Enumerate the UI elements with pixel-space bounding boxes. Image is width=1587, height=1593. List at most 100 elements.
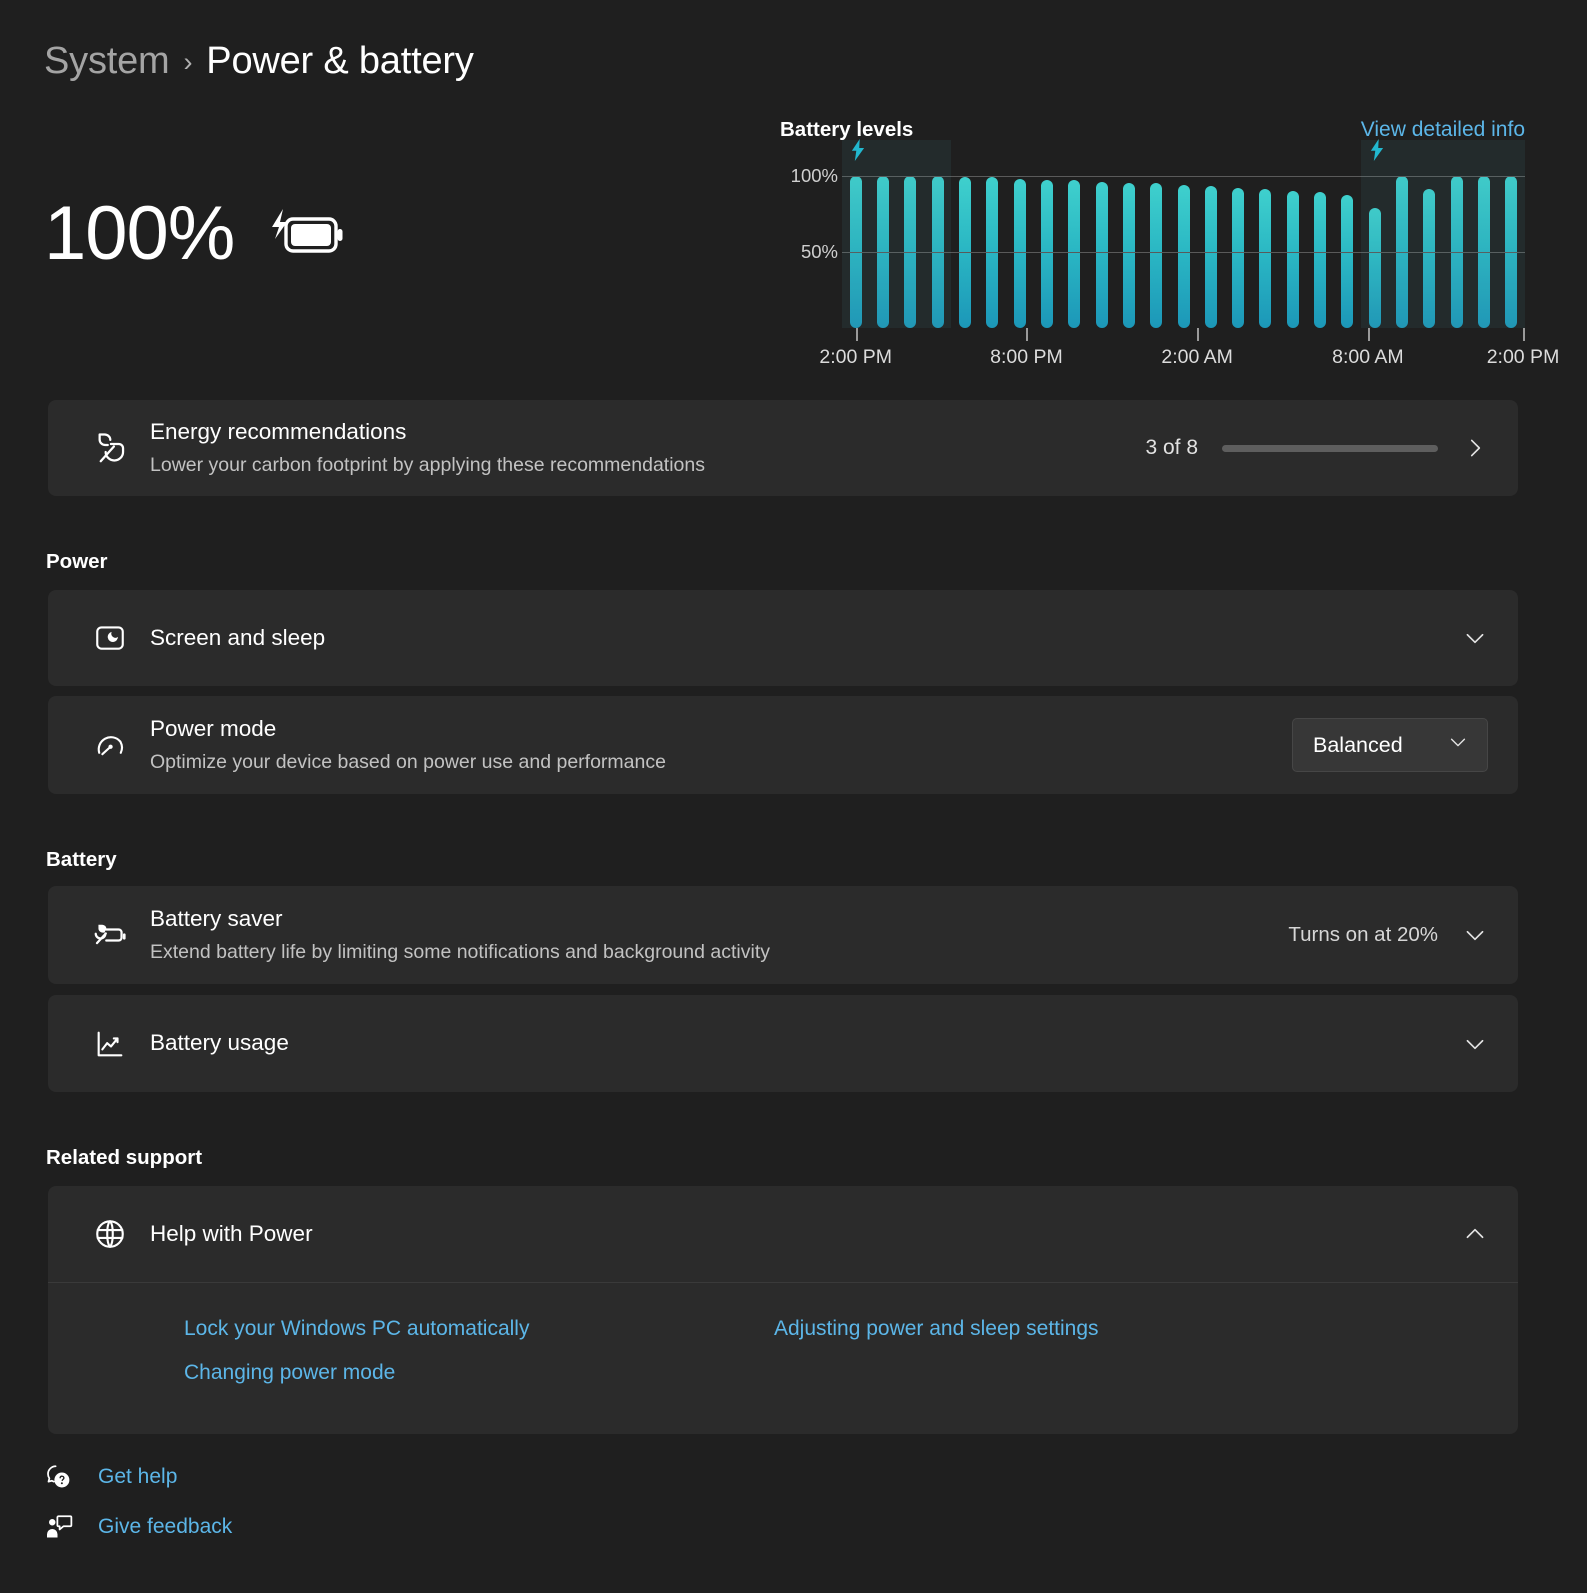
battery-usage-icon: [84, 1027, 136, 1061]
lightning-bolt-icon: [1369, 139, 1385, 161]
chart-plot: [842, 139, 1525, 328]
chevron-up-icon[interactable]: [1462, 1221, 1488, 1247]
chart-bar: [1068, 180, 1081, 328]
section-heading-related-support: Related support: [46, 1146, 203, 1169]
energy-card-title: Energy recommendations: [150, 419, 407, 445]
power-and-battery-page: System › Power & battery 100% Battery le…: [0, 0, 1587, 1593]
chart-x-tick-label: 8:00 AM: [1332, 346, 1404, 368]
battery-levels-chart: Battery levels View detailed info 100% 50…: [780, 118, 1559, 383]
lightning-bolt-icon: [850, 139, 866, 161]
screen-and-sleep-row[interactable]: Screen and sleep: [48, 590, 1518, 686]
battery-saver-title: Battery saver: [150, 906, 283, 932]
chart-bar: [1150, 183, 1163, 328]
chart-x-tick-label: 2:00 PM: [819, 346, 892, 368]
chart-bar: [1040, 180, 1053, 328]
section-heading-battery: Battery: [46, 848, 117, 871]
battery-percent-label: 100%: [44, 191, 235, 276]
chart-charging-band: [842, 140, 952, 328]
get-help-link[interactable]: Get help: [98, 1465, 177, 1489]
battery-charging-icon: [264, 205, 350, 263]
energy-card-text: Energy recommendations Lower your carbon…: [150, 417, 1145, 479]
chart-y-tick-label: 50%: [800, 240, 838, 262]
chart-bar: [1095, 181, 1108, 328]
battery-usage-title: Battery usage: [150, 1030, 289, 1056]
chart-bar: [1341, 195, 1354, 328]
chart-bar: [1013, 178, 1026, 328]
get-help-item[interactable]: Get help: [44, 1462, 177, 1492]
chart-bar: [1204, 186, 1217, 328]
screen-sleep-text: Screen and sleep: [150, 623, 1462, 653]
energy-card-subtitle: Lower your carbon footprint by applying …: [150, 453, 705, 476]
chart-bar: [1232, 187, 1245, 328]
support-link-lock-pc[interactable]: Lock your Windows PC automatically: [184, 1317, 529, 1341]
energy-progress-bar: [1222, 444, 1438, 452]
chart-x-tick: [1026, 328, 1029, 341]
help-with-power-row[interactable]: Help with Power: [48, 1186, 1518, 1282]
screen-sleep-title: Screen and sleep: [150, 624, 326, 650]
power-mode-text: Power mode Optimize your device based on…: [150, 714, 1292, 776]
chart-x-tick-label: 2:00 PM: [1486, 346, 1560, 368]
breadcrumb: System › Power & battery: [44, 40, 474, 83]
chart-title: Battery levels: [780, 118, 914, 141]
breadcrumb-separator-icon: ›: [183, 47, 193, 77]
support-link-adjusting-power-sleep[interactable]: Adjusting power and sleep settings: [774, 1317, 1099, 1341]
chart-x-tick-label: 8:00 PM: [990, 346, 1063, 368]
chart-x-tick-label: 2:00 AM: [1161, 346, 1233, 368]
chevron-down-icon[interactable]: [1462, 922, 1488, 948]
breadcrumb-parent-system[interactable]: System: [44, 40, 170, 83]
support-link-changing-power-mode[interactable]: Changing power mode: [184, 1361, 395, 1385]
chart-charging-band: [1361, 140, 1525, 328]
chart-bar: [1122, 183, 1135, 328]
chevron-down-icon[interactable]: [1462, 625, 1488, 651]
section-heading-power: Power: [46, 550, 108, 573]
battery-saver-control: Turns on at 20%: [1288, 922, 1488, 948]
help-with-power-control: [1462, 1221, 1488, 1247]
screen-sleep-control: [1462, 625, 1488, 651]
screen-sleep-icon: [84, 621, 136, 655]
battery-saver-icon: [84, 917, 136, 953]
feedback-icon: [44, 1512, 74, 1542]
power-mode-selected-value: Balanced: [1313, 732, 1403, 757]
help-with-power-text: Help with Power: [150, 1219, 1462, 1249]
chart-x-tick: [855, 328, 858, 341]
energy-progress-label: 3 of 8: [1145, 436, 1198, 459]
leaf-icon: [84, 430, 136, 466]
power-mode-dropdown[interactable]: Balanced: [1292, 718, 1488, 772]
chart-plot-area: 100% 50% 2:00 PM 8:00 PM 2:00 AM 8:00 AM 2:00…: [780, 139, 1559, 368]
battery-saver-text: Battery saver Extend battery life by lim…: [150, 904, 1288, 966]
power-mode-icon: [84, 728, 136, 762]
give-feedback-item[interactable]: Give feedback: [44, 1512, 232, 1542]
give-feedback-link[interactable]: Give feedback: [98, 1515, 232, 1539]
battery-usage-text: Battery usage: [150, 1028, 1462, 1058]
energy-card-progress-group: 3 of 8: [1145, 435, 1488, 461]
power-mode-row[interactable]: Power mode Optimize your device based on…: [48, 696, 1518, 794]
page-title: Power & battery: [206, 40, 474, 82]
battery-status: 100%: [44, 196, 350, 272]
chart-x-axis: 2:00 PM 8:00 PM 2:00 AM 8:00 AM 2:00 PM: [819, 328, 1559, 368]
battery-saver-subtitle: Extend battery life by limiting some not…: [150, 940, 770, 963]
battery-saver-value: Turns on at 20%: [1288, 923, 1438, 946]
chevron-down-icon[interactable]: [1462, 1031, 1488, 1057]
support-links: Lock your Windows PC automatically Adjus…: [48, 1283, 1518, 1434]
chart-bar: [1259, 189, 1272, 328]
energy-recommendations-card[interactable]: Energy recommendations Lower your carbon…: [48, 400, 1518, 496]
chart-bar: [1286, 190, 1299, 328]
help-question-icon: [44, 1462, 74, 1492]
battery-saver-row[interactable]: Battery saver Extend battery life by lim…: [48, 886, 1518, 984]
related-support-links-panel: Lock your Windows PC automatically Adjus…: [48, 1282, 1518, 1434]
chevron-down-icon: [1447, 731, 1469, 759]
battery-usage-control: [1462, 1031, 1488, 1057]
power-mode-subtitle: Optimize your device based on power use …: [150, 750, 666, 773]
battery-usage-row[interactable]: Battery usage: [48, 995, 1518, 1092]
chart-y-tick-label: 100%: [790, 164, 838, 186]
chevron-right-icon[interactable]: [1462, 435, 1488, 461]
power-mode-title: Power mode: [150, 716, 277, 742]
chart-x-tick: [1523, 328, 1525, 341]
chart-bar: [1314, 192, 1327, 328]
chart-bar: [1177, 184, 1190, 328]
globe-help-icon: [84, 1217, 136, 1251]
chart-y-axis: 100% 50%: [780, 164, 838, 328]
help-with-power-title: Help with Power: [150, 1220, 313, 1246]
view-detailed-info-link[interactable]: View detailed info: [1361, 118, 1525, 142]
chart-x-tick: [1367, 328, 1370, 341]
